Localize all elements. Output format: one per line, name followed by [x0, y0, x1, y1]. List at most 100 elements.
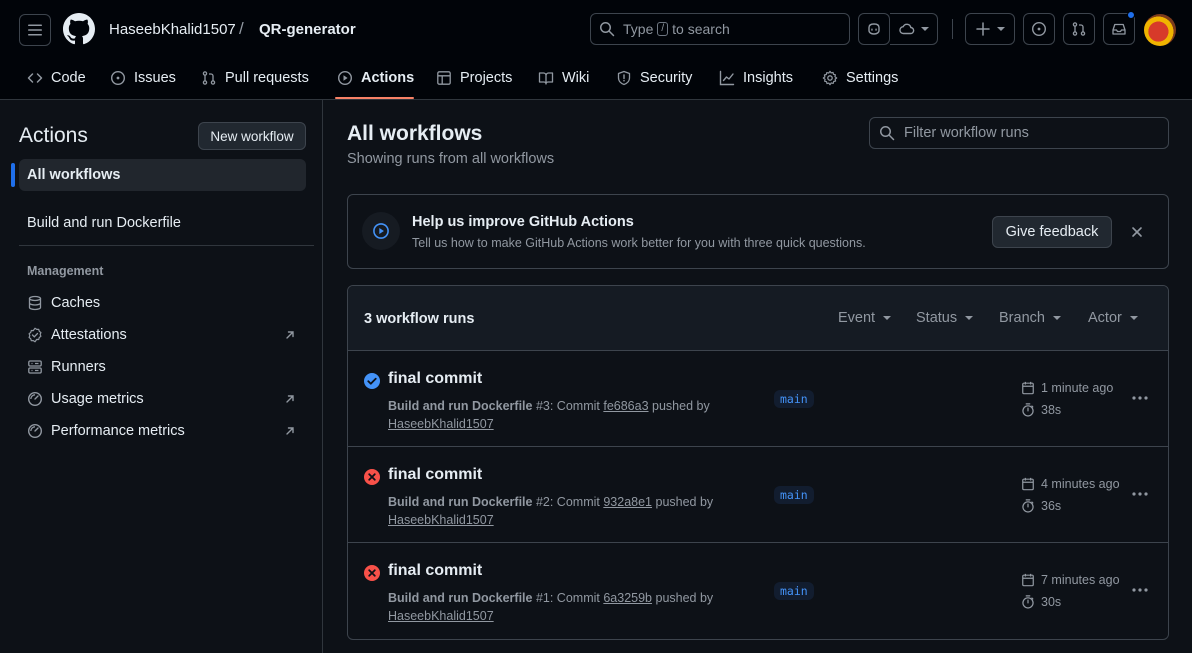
- notification-dot: [1127, 11, 1135, 19]
- give-feedback-button[interactable]: Give feedback: [992, 216, 1112, 248]
- stopwatch-icon: [1022, 403, 1034, 417]
- search-prefix: Type: [623, 21, 654, 37]
- play-icon: [373, 223, 389, 239]
- cloud-icon: [898, 23, 914, 35]
- runs-header: 3 workflow runs Event Status Branch Acto…: [348, 286, 1168, 351]
- header-divider: [952, 19, 953, 39]
- branch-label[interactable]: main: [774, 582, 814, 600]
- tab-label: Wiki: [562, 70, 590, 86]
- status-filter[interactable]: Status: [916, 310, 974, 326]
- database-icon: [28, 295, 42, 311]
- tab-settings[interactable]: Settings: [822, 60, 898, 96]
- breadcrumb-repo[interactable]: QR-generator: [259, 21, 356, 38]
- new-workflow-button[interactable]: New workflow: [198, 122, 306, 150]
- chevron-down-icon: [965, 316, 974, 320]
- breadcrumb-separator: /: [239, 19, 244, 38]
- run-duration-label: 30s: [1041, 595, 1062, 609]
- tab-projects[interactable]: Projects: [436, 60, 512, 96]
- filter-placeholder: Filter workflow runs: [904, 125, 1029, 141]
- commit-link[interactable]: fe686a3: [603, 399, 648, 413]
- run-title[interactable]: final commit: [388, 466, 482, 484]
- global-search-input[interactable]: Type / to search: [590, 13, 850, 45]
- tab-issues[interactable]: Issues: [110, 60, 176, 96]
- issues-button[interactable]: [1023, 13, 1055, 45]
- x-circle-icon: [364, 565, 380, 581]
- menu-button[interactable]: [19, 14, 51, 46]
- sidebar-item-performance-metrics[interactable]: Performance metrics: [27, 420, 185, 442]
- run-commit-label: : Commit: [549, 591, 600, 605]
- actor-filter[interactable]: Actor: [1088, 310, 1138, 326]
- meter-icon: [27, 423, 43, 439]
- create-new-button[interactable]: [965, 13, 1015, 45]
- sidebar-divider: [322, 100, 323, 653]
- gear-icon: [822, 70, 838, 86]
- run-time: 7 minutes ago: [1021, 573, 1120, 587]
- code-icon: [27, 73, 43, 83]
- kebab-horizontal-icon[interactable]: [1131, 485, 1149, 503]
- sidebar-item-workflow[interactable]: Build and run Dockerfile: [27, 215, 181, 231]
- close-icon[interactable]: [1130, 225, 1144, 239]
- kebab-horizontal-icon[interactable]: [1131, 389, 1149, 407]
- play-icon: [337, 70, 353, 86]
- tab-label: Actions: [361, 70, 415, 86]
- shield-icon: [617, 70, 631, 86]
- pull-requests-button[interactable]: [1063, 13, 1095, 45]
- table-row[interactable]: final commit Build and run Dockerfile #1…: [348, 543, 1168, 639]
- tab-security[interactable]: Security: [616, 60, 692, 96]
- table-row[interactable]: final commit Build and run Dockerfile #3…: [348, 351, 1168, 447]
- tab-wiki[interactable]: Wiki: [538, 60, 589, 96]
- sidebar-item-label: Usage metrics: [51, 391, 144, 407]
- link-external-icon: [286, 331, 294, 339]
- tab-label: Code: [51, 70, 86, 86]
- book-icon: [538, 72, 554, 85]
- tab-insights[interactable]: Insights: [719, 60, 793, 96]
- run-duration: 36s: [1021, 499, 1061, 513]
- hamburger-icon: [28, 24, 42, 36]
- event-filter[interactable]: Event: [838, 310, 892, 326]
- branch-label[interactable]: main: [774, 390, 814, 408]
- run-number: #2: [535, 495, 550, 509]
- chevron-down-icon: [997, 27, 1005, 31]
- run-time-label: 4 minutes ago: [1041, 477, 1120, 491]
- kebab-horizontal-icon[interactable]: [1131, 581, 1149, 599]
- tab-label: Settings: [846, 70, 899, 86]
- branch-filter[interactable]: Branch: [999, 310, 1061, 326]
- actor-link[interactable]: HaseebKhalid1507: [388, 417, 494, 431]
- branch-label[interactable]: main: [774, 486, 814, 504]
- sidebar-item-caches[interactable]: Caches: [27, 292, 100, 314]
- run-number: #1: [535, 591, 550, 605]
- tab-actions[interactable]: Actions: [337, 60, 414, 96]
- server-icon: [28, 360, 42, 374]
- banner-text: Tell us how to make GitHub Actions work …: [412, 236, 866, 250]
- chevron-down-icon: [1129, 316, 1138, 320]
- actor-link[interactable]: HaseebKhalid1507: [388, 513, 494, 527]
- sidebar-item-runners[interactable]: Runners: [27, 356, 106, 378]
- run-title[interactable]: final commit: [388, 562, 482, 580]
- actor-link[interactable]: HaseebKhalid1507: [388, 609, 494, 623]
- calendar-icon: [1022, 477, 1034, 491]
- filter-runs-input[interactable]: Filter workflow runs: [869, 117, 1169, 149]
- copilot-menu-button[interactable]: [890, 13, 938, 45]
- sidebar-item-all-workflows-label: All workflows: [27, 167, 121, 183]
- run-meta: Build and run Dockerfile #2: Commit 932a…: [388, 493, 728, 529]
- commit-link[interactable]: 6a3259b: [603, 591, 652, 605]
- github-logo-icon[interactable]: [63, 13, 95, 45]
- copilot-button[interactable]: [858, 13, 890, 45]
- commit-link[interactable]: 932a8e1: [603, 495, 652, 509]
- tab-code[interactable]: Code: [27, 60, 86, 96]
- sidebar-item-attestations[interactable]: Attestations: [27, 324, 127, 346]
- table-row[interactable]: final commit Build and run Dockerfile #2…: [348, 447, 1168, 543]
- workflow-runs-list: 3 workflow runs Event Status Branch Acto…: [347, 285, 1169, 640]
- run-number: #3: [535, 399, 550, 413]
- tab-pull-requests[interactable]: Pull requests: [201, 60, 309, 96]
- run-meta: Build and run Dockerfile #1: Commit 6a32…: [388, 589, 728, 625]
- runs-count: 3 workflow runs: [364, 311, 475, 327]
- sidebar-item-usage-metrics[interactable]: Usage metrics: [27, 388, 144, 410]
- run-title[interactable]: final commit: [388, 370, 482, 388]
- calendar-icon: [1022, 573, 1034, 587]
- global-header: HaseebKhalid1507 / QR-generator Type / t…: [0, 0, 1192, 100]
- avatar[interactable]: [1144, 14, 1176, 46]
- stopwatch-icon: [1022, 595, 1034, 609]
- filter-label: Status: [916, 310, 958, 326]
- breadcrumb-owner[interactable]: HaseebKhalid1507: [109, 21, 236, 38]
